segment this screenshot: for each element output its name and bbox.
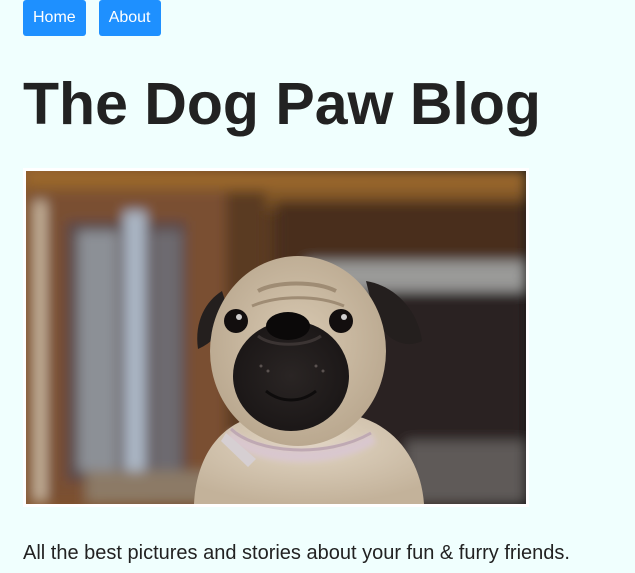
top-nav: Home About [23, 0, 161, 36]
nav-home-button[interactable]: Home [23, 0, 86, 36]
nav-about-button[interactable]: About [98, 0, 161, 36]
page-title: The Dog Paw Blog [23, 71, 541, 137]
hero-photo-frame [23, 168, 529, 507]
pug-photo [26, 171, 526, 504]
blog-tagline: All the best pictures and stories about … [23, 542, 570, 564]
